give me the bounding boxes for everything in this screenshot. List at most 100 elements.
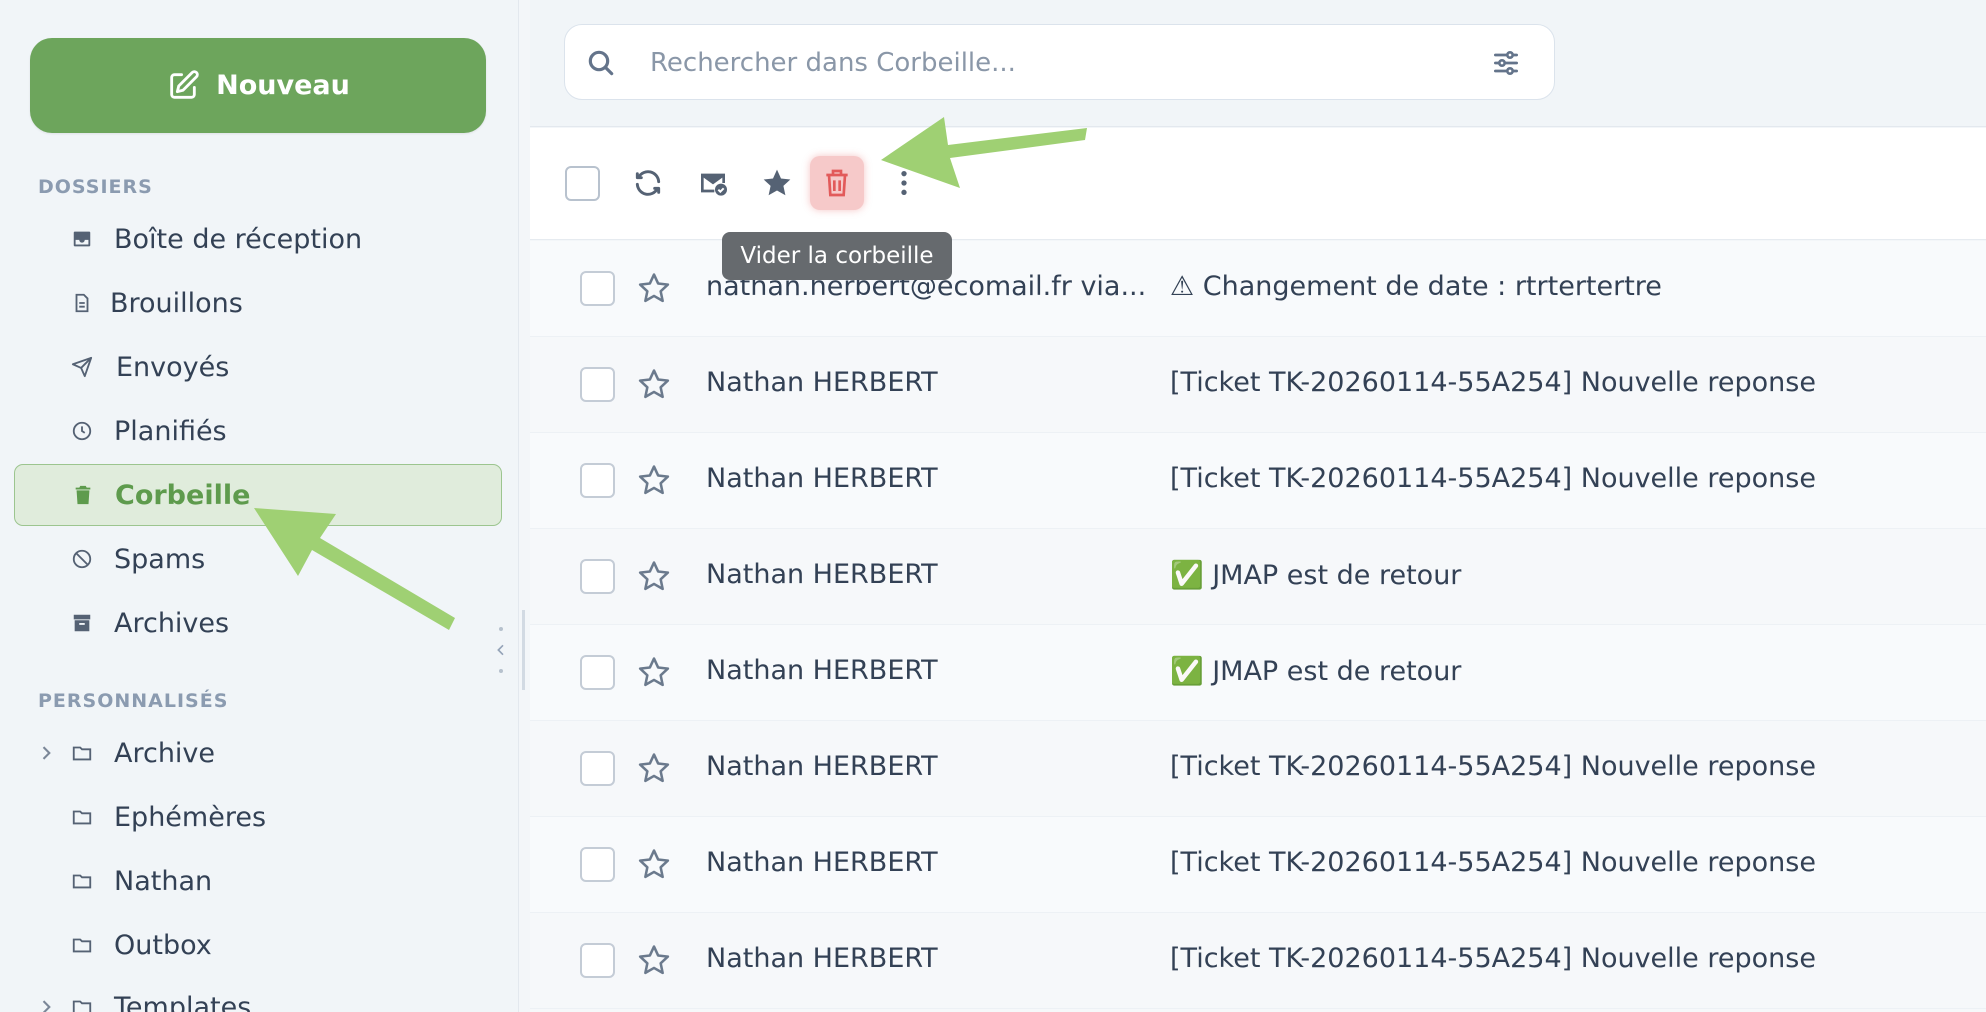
message-list: nathan.herbert@ecomail.fr via... ⚠ Change…: [530, 241, 1986, 1012]
message-checkbox[interactable]: [580, 367, 615, 402]
message-sender: Nathan HERBERT: [706, 943, 938, 974]
search-bar: [564, 24, 1555, 100]
message-subject: ✅ JMAP est de retour: [1170, 656, 1462, 687]
star-outline-icon[interactable]: [637, 463, 671, 497]
folder-ephemeres[interactable]: Ephémères: [14, 786, 502, 848]
folder-label: Corbeille: [115, 479, 251, 511]
empty-trash-button[interactable]: [810, 156, 864, 210]
main-panel: Vider la corbeille nathan.herbert@ecomai…: [530, 0, 1986, 1012]
star-outline-icon[interactable]: [637, 943, 671, 977]
star-outline-icon[interactable]: [637, 655, 671, 689]
message-sender: Nathan HERBERT: [706, 751, 938, 782]
message-subject: [Ticket TK-20260114-55A254] Nouvelle rep…: [1170, 847, 1816, 878]
compose-label: Nouveau: [216, 70, 350, 101]
clock-icon: [70, 419, 94, 443]
folder-trash[interactable]: Corbeille: [14, 464, 502, 526]
message-checkbox[interactable]: [580, 847, 615, 882]
folder-label: Envoyés: [116, 351, 230, 383]
refresh-button[interactable]: [621, 156, 675, 210]
folder-templates[interactable]: Templates: [14, 976, 502, 1012]
chevron-right-icon[interactable]: [36, 997, 56, 1012]
star-button[interactable]: [750, 156, 804, 210]
folder-nathan[interactable]: Nathan: [14, 850, 502, 912]
folders-section-title: DOSSIERS: [38, 176, 153, 198]
folder-drafts[interactable]: Brouillons: [14, 272, 502, 334]
chevron-right-icon[interactable]: [36, 743, 56, 763]
message-subject: ✅ JMAP est de retour: [1170, 560, 1462, 591]
folder-label: Boîte de réception: [114, 223, 363, 255]
trash-icon: [826, 169, 848, 197]
archive-icon: [70, 611, 94, 635]
message-row[interactable]: Nathan HERBERT ✅ JMAP est de retour: [530, 529, 1986, 625]
search-input[interactable]: [650, 43, 1430, 83]
sidebar-resize-handle[interactable]: [522, 610, 525, 690]
folder-label: Templates: [114, 991, 252, 1012]
more-options-button[interactable]: [877, 156, 931, 210]
folder-icon: [70, 933, 94, 957]
compose-button[interactable]: Nouveau: [30, 38, 486, 133]
message-checkbox[interactable]: [580, 463, 615, 498]
filter-sliders-icon[interactable]: [1490, 47, 1522, 79]
folder-label: Planifiés: [114, 415, 227, 447]
message-checkbox[interactable]: [580, 751, 615, 786]
tooltip: Vider la corbeille: [722, 232, 952, 280]
message-sender: Nathan HERBERT: [706, 655, 938, 686]
ban-icon: [70, 547, 94, 571]
star-outline-icon[interactable]: [637, 847, 671, 881]
collapse-sidebar-button[interactable]: [490, 625, 512, 675]
folder-label: Archives: [114, 607, 230, 639]
star-outline-icon[interactable]: [637, 559, 671, 593]
folder-archives[interactable]: Archives: [14, 592, 502, 654]
custom-section-title: PERSONNALISÉS: [38, 690, 229, 712]
select-all-checkbox[interactable]: [565, 166, 600, 201]
folder-label: Ephémères: [114, 801, 267, 833]
folder-label: Brouillons: [110, 287, 243, 319]
folder-icon: [70, 995, 94, 1012]
message-checkbox[interactable]: [580, 559, 615, 594]
message-subject: [Ticket TK-20260114-55A254] Nouvelle rep…: [1170, 463, 1816, 494]
message-checkbox[interactable]: [580, 655, 615, 690]
message-sender: Nathan HERBERT: [706, 559, 938, 590]
edit-icon: [170, 69, 199, 99]
message-checkbox[interactable]: [580, 271, 615, 306]
trash-icon: [71, 483, 95, 507]
message-row[interactable]: Nathan HERBERT [Ticket TK-20260114-55A254…: [530, 433, 1986, 529]
top-bar: [530, 0, 1986, 127]
message-subject: [Ticket TK-20260114-55A254] Nouvelle rep…: [1170, 367, 1816, 398]
folder-outbox[interactable]: Outbox: [14, 914, 502, 976]
mail-toolbar: [530, 128, 1986, 240]
message-sender: Nathan HERBERT: [706, 847, 938, 878]
chevron-left-icon: [497, 644, 504, 656]
star-outline-icon[interactable]: [637, 367, 671, 401]
folder-scheduled[interactable]: Planifiés: [14, 400, 502, 462]
star-outline-icon[interactable]: [637, 271, 671, 305]
message-row[interactable]: Nathan HERBERT ✅ JMAP est de retour: [530, 625, 1986, 721]
more-vertical-icon: [901, 171, 907, 195]
folder-spam[interactable]: Spams: [14, 528, 502, 590]
message-subject: [Ticket TK-20260114-55A254] Nouvelle rep…: [1170, 751, 1816, 782]
message-checkbox[interactable]: [580, 943, 615, 978]
draft-icon: [70, 291, 94, 315]
message-row[interactable]: Nathan HERBERT [Ticket TK-20260114-55A254…: [530, 337, 1986, 433]
message-row[interactable]: Nathan HERBERT [Ticket TK-20260114-55A254…: [530, 721, 1986, 817]
folder-sent[interactable]: Envoyés: [14, 336, 502, 398]
refresh-icon: [635, 170, 661, 196]
dot: [499, 627, 503, 631]
mark-read-button[interactable]: [686, 156, 740, 210]
dot: [499, 669, 503, 673]
search-icon: [588, 50, 614, 76]
message-subject: [Ticket TK-20260114-55A254] Nouvelle rep…: [1170, 943, 1816, 974]
message-row[interactable]: Nathan HERBERT [Ticket TK-20260114-55A254…: [530, 817, 1986, 913]
folder-archive-custom[interactable]: Archive: [14, 722, 502, 784]
folder-label: Spams: [114, 543, 206, 575]
mail-check-icon: [701, 173, 727, 196]
folder-icon: [70, 869, 94, 893]
message-sender: Nathan HERBERT: [706, 463, 938, 494]
folder-label: Nathan: [114, 865, 213, 897]
message-row[interactable]: Nathan HERBERT [Ticket TK-20260114-55A254…: [530, 913, 1986, 1009]
folder-inbox[interactable]: Boîte de réception: [14, 208, 502, 270]
folder-icon: [70, 741, 94, 765]
folder-icon: [70, 805, 94, 829]
star-outline-icon[interactable]: [637, 751, 671, 785]
star-icon: [763, 169, 791, 196]
